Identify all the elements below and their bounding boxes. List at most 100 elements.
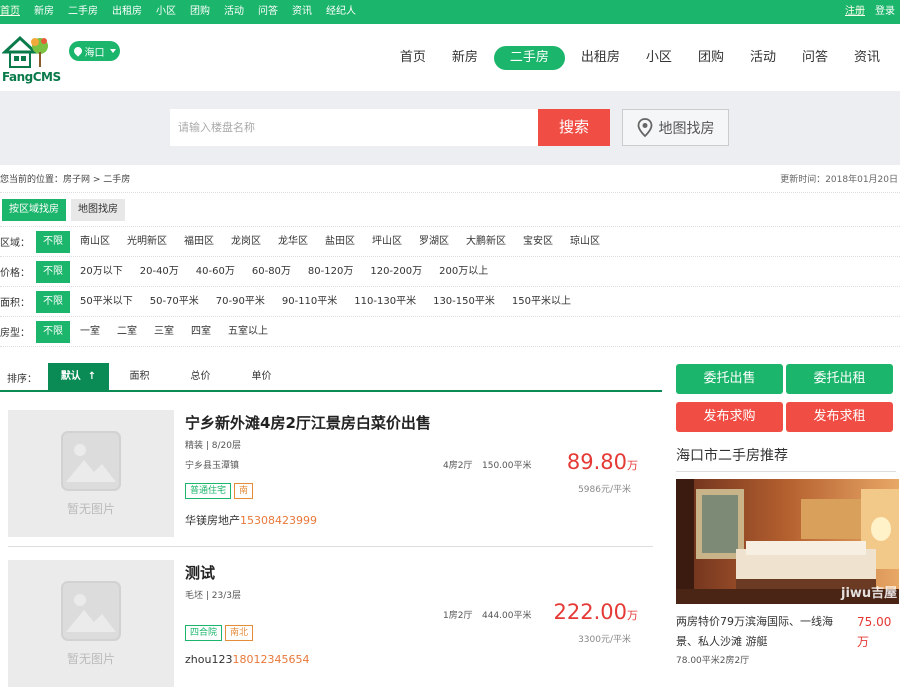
filter-option[interactable]: 琼山区 bbox=[563, 231, 607, 253]
filter-label: 房型： bbox=[0, 328, 30, 339]
filter-option[interactable]: 不限 bbox=[36, 260, 70, 283]
recommend-sub: 78.00平米2房2厅 bbox=[676, 656, 750, 666]
nav-news[interactable]: 资讯 bbox=[844, 46, 890, 70]
tab-by-area[interactable]: 按区域找房 bbox=[2, 198, 66, 221]
register-link[interactable]: 注册 bbox=[840, 0, 870, 24]
nav-qa[interactable]: 问答 bbox=[792, 46, 838, 70]
post-buy-request-button[interactable]: 发布求购 bbox=[676, 402, 783, 432]
filter-option[interactable]: 50平米以下 bbox=[73, 291, 140, 313]
filter-option[interactable]: 20-40万 bbox=[133, 261, 186, 283]
nav-newhouse[interactable]: 新房 bbox=[442, 46, 488, 70]
listing-price: 89.80万 bbox=[567, 450, 638, 474]
filter-option[interactable]: 110-130平米 bbox=[347, 291, 423, 313]
listing-item[interactable]: 暂无图片 测试 毛坯 | 23/3层 1房2厅 444.00平米 四合院 南北 … bbox=[8, 560, 653, 695]
listing-rooms: 1房2厅 bbox=[443, 611, 473, 621]
filter-option[interactable]: 150平米以上 bbox=[505, 291, 578, 313]
site-logo[interactable]: FangCMS bbox=[1, 32, 62, 84]
entrust-sale-button[interactable]: 委托出售 bbox=[676, 364, 783, 394]
arrow-up-icon: ↑ bbox=[87, 371, 97, 382]
entrust-rent-button[interactable]: 委托出租 bbox=[786, 364, 893, 394]
filter-option[interactable]: 80-120万 bbox=[301, 261, 360, 283]
nav-secondhand[interactable]: 二手房 bbox=[493, 46, 565, 70]
top-link-community[interactable]: 小区 bbox=[149, 0, 183, 24]
listing-thumbnail[interactable]: 暂无图片 bbox=[8, 410, 174, 537]
chevron-down-icon bbox=[109, 49, 116, 53]
map-search-button[interactable]: 地图找房 bbox=[622, 109, 729, 146]
filter-option[interactable]: 不限 bbox=[36, 230, 70, 253]
filter-option[interactable]: 20万以下 bbox=[73, 261, 130, 283]
tab-by-map[interactable]: 地图找房 bbox=[71, 198, 125, 221]
filter-option[interactable]: 50-70平米 bbox=[143, 291, 206, 313]
filter-option[interactable]: 70-90平米 bbox=[209, 291, 272, 313]
filter-option[interactable]: 200万以上 bbox=[432, 261, 495, 283]
listing-item[interactable]: 暂无图片 宁乡新外滩4房2厅江景房白菜价出售 精装 | 8/20层 宁乡县玉潭镇… bbox=[8, 410, 653, 547]
sort-default[interactable]: 默认 ↑ bbox=[48, 363, 109, 391]
top-link-home[interactable]: 首页 bbox=[0, 0, 27, 24]
post-rent-request-button[interactable]: 发布求租 bbox=[786, 402, 893, 432]
nav-community[interactable]: 小区 bbox=[636, 46, 682, 70]
sort-total-price[interactable]: 总价 bbox=[170, 363, 231, 391]
filter-option[interactable]: 四室 bbox=[184, 321, 218, 343]
filter-option[interactable]: 二室 bbox=[110, 321, 144, 343]
search-input[interactable]: 请输入楼盘名称 bbox=[170, 109, 539, 146]
location-pin-icon bbox=[71, 45, 84, 57]
nav-rental[interactable]: 出租房 bbox=[571, 46, 630, 70]
listing-thumbnail[interactable]: 暂无图片 bbox=[8, 560, 174, 687]
top-link-groupbuy[interactable]: 团购 bbox=[183, 0, 217, 24]
map-pin-icon bbox=[637, 117, 652, 137]
nav-home[interactable]: 首页 bbox=[390, 46, 436, 70]
filter-option[interactable]: 大鹏新区 bbox=[459, 231, 513, 253]
filter-label: 区域： bbox=[0, 238, 30, 249]
top-link-newhouse[interactable]: 新房 bbox=[27, 0, 61, 24]
city-selector[interactable]: 海口 bbox=[69, 41, 120, 61]
filter-option[interactable]: 罗湖区 bbox=[412, 231, 456, 253]
filter-option[interactable]: 三室 bbox=[147, 321, 181, 343]
filter-option[interactable]: 南山区 bbox=[73, 231, 117, 253]
main-nav: 首页 新房 二手房 出租房 小区 团购 活动 问答 资讯 bbox=[384, 46, 890, 70]
top-link-news[interactable]: 资讯 bbox=[285, 0, 319, 24]
filter-option[interactable]: 90-110平米 bbox=[275, 291, 344, 313]
filter-option[interactable]: 不限 bbox=[36, 290, 70, 313]
listing-area: 150.00平米 bbox=[482, 461, 532, 471]
filter-option[interactable]: 40-60万 bbox=[189, 261, 242, 283]
filter-row-price: 价格： 不限 20万以下 20-40万 40-60万 60-80万 80-120… bbox=[0, 257, 900, 287]
filter-option[interactable]: 不限 bbox=[36, 320, 70, 343]
filter-option[interactable]: 一室 bbox=[73, 321, 107, 343]
logo-text: FangCMS bbox=[2, 70, 61, 84]
listing-title[interactable]: 测试 bbox=[185, 562, 215, 583]
recommend-photo[interactable]: jiwu吉屋 bbox=[676, 479, 899, 604]
filter-option[interactable]: 盐田区 bbox=[318, 231, 362, 253]
filter-option[interactable]: 五室以上 bbox=[221, 321, 275, 343]
search-button[interactable]: 搜索 bbox=[538, 109, 610, 146]
filter-option[interactable]: 120-200万 bbox=[363, 261, 429, 283]
recommend-price: 75.00万 bbox=[857, 615, 892, 649]
filter-row-area: 面积： 不限 50平米以下 50-70平米 70-90平米 90-110平米 1… bbox=[0, 287, 900, 317]
top-link-qa[interactable]: 问答 bbox=[251, 0, 285, 24]
filter-option[interactable]: 福田区 bbox=[177, 231, 221, 253]
filter-option[interactable]: 龙岗区 bbox=[224, 231, 268, 253]
listing-title[interactable]: 宁乡新外滩4房2厅江景房白菜价出售 bbox=[185, 412, 431, 433]
sort-area[interactable]: 面积 bbox=[109, 363, 170, 391]
update-time: 更新时间：2018年01月20日 bbox=[780, 175, 898, 185]
top-bar: 首页 新房 二手房 出租房 小区 团购 活动 问答 资讯 经纪人 注册 登录 bbox=[0, 0, 900, 24]
listing-price: 222.00万 bbox=[554, 600, 638, 624]
price-value: 89.80 bbox=[566, 450, 627, 474]
login-link[interactable]: 登录 bbox=[870, 0, 900, 24]
filter-option[interactable]: 130-150平米 bbox=[426, 291, 502, 313]
filter-option[interactable]: 60-80万 bbox=[245, 261, 298, 283]
top-link-agents[interactable]: 经纪人 bbox=[319, 0, 363, 24]
nav-groupbuy[interactable]: 团购 bbox=[688, 46, 734, 70]
top-link-secondhand[interactable]: 二手房 bbox=[61, 0, 105, 24]
filter-option[interactable]: 宝安区 bbox=[516, 231, 560, 253]
top-link-rental[interactable]: 出租房 bbox=[105, 0, 149, 24]
sort-unit-price[interactable]: 单价 bbox=[231, 363, 292, 391]
auth-links: 注册 登录 bbox=[840, 0, 900, 24]
filter-option[interactable]: 光明新区 bbox=[120, 231, 174, 253]
listing-address: 宁乡县玉潭镇 bbox=[185, 461, 240, 471]
filter-option[interactable]: 坪山区 bbox=[365, 231, 409, 253]
sort-default-label: 默认 bbox=[60, 371, 81, 382]
filter-option[interactable]: 龙华区 bbox=[271, 231, 315, 253]
top-link-events[interactable]: 活动 bbox=[217, 0, 251, 24]
nav-events[interactable]: 活动 bbox=[740, 46, 786, 70]
recommend-name[interactable]: 两房特价79万滨海国际、一线海景、私人沙滩 游艇 bbox=[676, 612, 848, 652]
